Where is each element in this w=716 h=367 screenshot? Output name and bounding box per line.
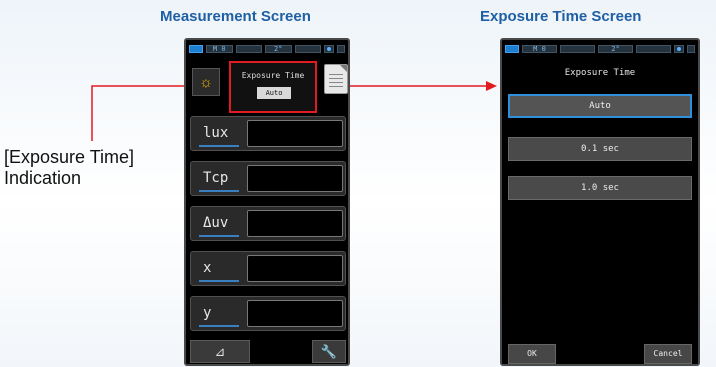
- status-segment: [560, 45, 595, 53]
- measurement-row-x[interactable]: x: [190, 251, 346, 286]
- light-source-button[interactable]: ☼: [192, 68, 220, 96]
- measurement-value-box: [247, 165, 343, 192]
- row-underline: [199, 235, 239, 237]
- option-0-1-sec-button[interactable]: 0.1 sec: [508, 137, 692, 161]
- measurement-row-duv[interactable]: Δuv: [190, 206, 346, 241]
- exposure-time-screen: M 0 2° Exposure Time Auto 0.1 sec 1.0 se…: [500, 38, 700, 366]
- connection-icon: [324, 45, 334, 53]
- battery-icon: [505, 45, 519, 53]
- measurement-screen: M 0 2° ☼ Exposure Time Auto lux Tcp Δuv: [184, 38, 350, 366]
- delta-mode-button[interactable]: ⊿: [190, 340, 250, 363]
- option-auto-button[interactable]: Auto: [508, 94, 692, 118]
- measurement-value-box: [247, 120, 343, 147]
- status-bar: M 0 2°: [505, 43, 695, 55]
- row-underline: [199, 325, 239, 327]
- ok-button[interactable]: OK: [508, 344, 556, 364]
- row-underline: [199, 190, 239, 192]
- angle-indicator: 2°: [598, 45, 633, 53]
- screen-transition-arrow-icon: [486, 81, 497, 91]
- angle-indicator: 2°: [265, 45, 292, 53]
- exposure-time-indicator[interactable]: Exposure Time Auto: [229, 61, 317, 113]
- status-bar: M 0 2°: [189, 43, 345, 55]
- option-1-0-sec-button[interactable]: 1.0 sec: [508, 176, 692, 200]
- status-segment: [636, 45, 671, 53]
- battery-icon: [189, 45, 203, 53]
- row-underline: [199, 145, 239, 147]
- exposure-time-value: Auto: [257, 87, 291, 99]
- status-segment: [235, 45, 262, 53]
- cancel-button[interactable]: Cancel: [644, 344, 692, 364]
- wrench-icon: 🔧: [320, 344, 338, 359]
- mode-indicator: M 0: [206, 45, 233, 53]
- status-segment: [294, 45, 321, 53]
- exposure-time-title: Exposure Time: [241, 71, 305, 80]
- measurement-row-tcp[interactable]: Tcp: [190, 161, 346, 196]
- measurement-value-box: [247, 255, 343, 282]
- measurement-row-lux[interactable]: lux: [190, 116, 346, 151]
- lock-icon: [337, 45, 345, 53]
- delta-icon: ⊿: [214, 344, 226, 359]
- mode-indicator: M 0: [522, 45, 557, 53]
- measurement-row-y[interactable]: y: [190, 296, 346, 331]
- lock-icon: [687, 45, 695, 53]
- exposure-time-screen-title: Exposure Time: [564, 68, 636, 78]
- memory-button[interactable]: [324, 64, 348, 94]
- row-underline: [199, 280, 239, 282]
- measurement-value-box: [247, 210, 343, 237]
- connection-icon: [674, 45, 684, 53]
- measurement-value-box: [247, 300, 343, 327]
- sun-icon: ☼: [199, 73, 213, 91]
- settings-button[interactable]: 🔧: [312, 340, 346, 363]
